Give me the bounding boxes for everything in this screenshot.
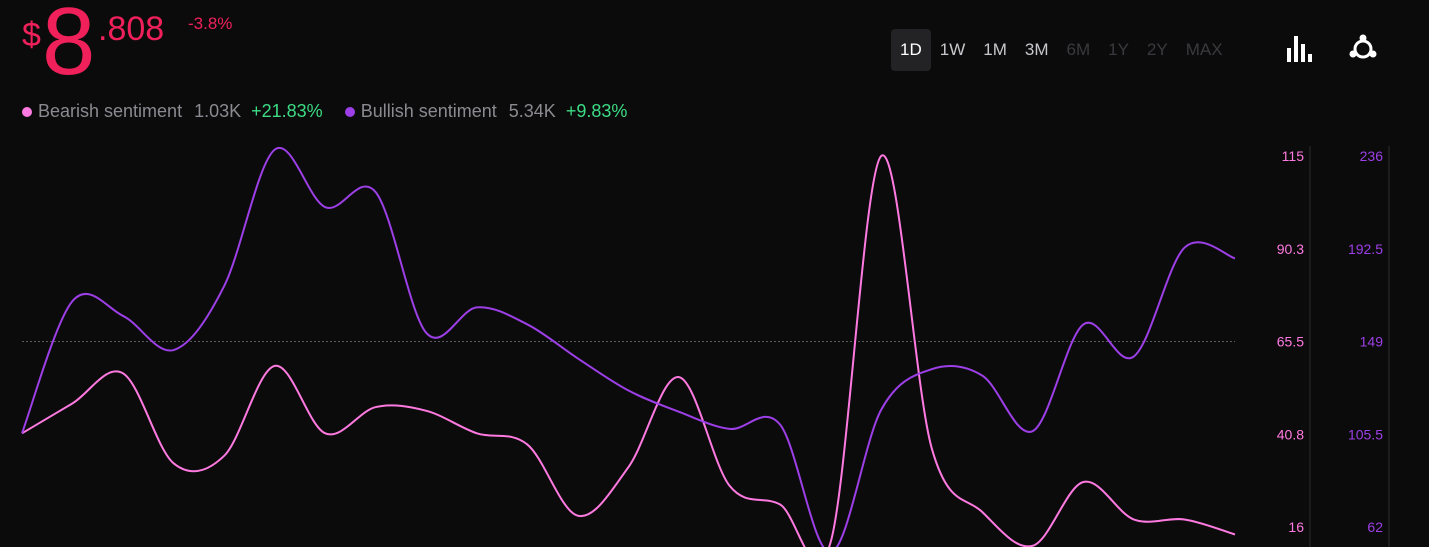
sentiment-chart: 115 90.3 65.5 40.8 16 236 192.5 149 105.5 62 [21, 146, 1390, 547]
bearish-sentiment-line [21, 154, 1236, 547]
right-axis-tick: 192.5 [1348, 241, 1383, 257]
right-axis-tick: 105.5 [1348, 426, 1383, 442]
left-axis-tick: 90.3 [1277, 241, 1304, 257]
right-axis-tick: 149 [1360, 334, 1384, 350]
left-axis-tick: 65.5 [1277, 334, 1304, 350]
left-axis-tick: 115 [1282, 148, 1305, 164]
left-axis-tick: 40.8 [1277, 426, 1304, 442]
right-axis-tick: 62 [1367, 519, 1383, 535]
bullish-sentiment-line [21, 146, 1236, 547]
right-axis-tick: 236 [1360, 148, 1384, 164]
left-axis-tick: 16 [1288, 519, 1304, 535]
